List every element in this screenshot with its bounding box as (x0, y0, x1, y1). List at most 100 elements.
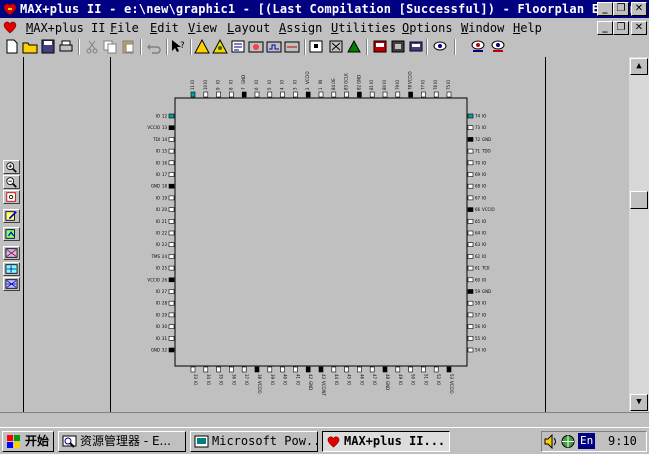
pin[interactable] (216, 91, 221, 98)
pin[interactable] (331, 91, 337, 98)
pin[interactable] (254, 91, 260, 98)
pin[interactable] (467, 137, 474, 142)
pin[interactable] (168, 148, 175, 154)
pin[interactable] (408, 366, 413, 373)
task-maxplus[interactable]: MAX+plus II... (322, 431, 450, 452)
pin[interactable] (203, 91, 209, 98)
pin[interactable] (382, 366, 388, 373)
scroll-thumb[interactable] (630, 191, 648, 209)
pin[interactable] (467, 230, 474, 236)
pin[interactable] (467, 300, 474, 306)
pin[interactable] (168, 254, 175, 259)
pin[interactable] (267, 366, 273, 373)
pin[interactable] (293, 366, 298, 373)
pin[interactable] (395, 91, 401, 98)
pin[interactable] (331, 366, 337, 373)
pin[interactable] (344, 91, 349, 98)
speaker-icon[interactable] (544, 434, 558, 449)
pin[interactable] (467, 277, 474, 283)
pin[interactable] (168, 289, 175, 294)
chip-body[interactable] (174, 97, 468, 367)
pin[interactable] (241, 366, 247, 373)
pin[interactable] (357, 366, 362, 373)
pin[interactable] (433, 91, 439, 98)
pin[interactable] (421, 91, 426, 98)
input-method-indicator[interactable]: En (578, 433, 596, 449)
task-explorer[interactable]: 资源管理器 - E... (58, 431, 186, 452)
pin[interactable] (168, 265, 175, 271)
pin[interactable] (168, 230, 175, 236)
pin[interactable] (203, 366, 209, 373)
pin[interactable] (168, 300, 175, 306)
pin[interactable] (305, 91, 311, 98)
pin[interactable] (254, 366, 260, 373)
pin[interactable] (421, 366, 426, 373)
pin[interactable] (168, 195, 175, 201)
pin[interactable] (408, 91, 413, 98)
pin[interactable] (280, 366, 285, 373)
scroll-down-button[interactable]: ▼ (630, 394, 648, 411)
vertical-scrollbar[interactable]: ▲ ▼ (629, 57, 649, 412)
pin[interactable] (395, 366, 401, 373)
pin[interactable] (168, 137, 175, 142)
pin[interactable] (168, 183, 175, 189)
pin[interactable] (318, 366, 324, 373)
task-powerpoint[interactable]: Microsoft Pow... (190, 431, 318, 452)
pin[interactable] (168, 113, 175, 119)
pin-label: 26 (162, 277, 168, 282)
pin[interactable] (305, 366, 311, 373)
pin[interactable] (467, 219, 474, 224)
pin[interactable] (433, 366, 439, 373)
pin[interactable] (467, 148, 474, 154)
pin[interactable] (467, 312, 474, 318)
pin[interactable] (446, 366, 452, 373)
pin[interactable] (280, 91, 285, 98)
pin[interactable] (168, 324, 175, 329)
pin[interactable] (446, 91, 452, 98)
pin[interactable] (369, 91, 375, 98)
pin[interactable] (344, 366, 349, 373)
scroll-up-button[interactable]: ▲ (630, 58, 648, 75)
pin[interactable] (168, 172, 175, 177)
pin[interactable] (467, 125, 474, 130)
pin-label: TCK (481, 266, 490, 271)
pin[interactable] (467, 324, 474, 329)
pin[interactable] (357, 91, 362, 98)
pin[interactable] (467, 265, 474, 271)
start-button[interactable]: 开始 (2, 431, 54, 452)
pin[interactable] (467, 254, 474, 259)
pin[interactable] (190, 91, 196, 98)
pin[interactable] (467, 113, 474, 119)
pin-label: IO (156, 114, 160, 119)
pin[interactable] (168, 242, 175, 247)
pin[interactable] (467, 172, 474, 177)
pin[interactable] (168, 219, 175, 224)
pin[interactable] (293, 91, 298, 98)
pin[interactable] (190, 366, 196, 373)
pin[interactable] (467, 183, 474, 189)
pin[interactable] (369, 366, 375, 373)
clock[interactable]: 9:10 (608, 432, 637, 451)
pin[interactable] (168, 347, 175, 353)
pin[interactable] (467, 335, 474, 341)
pin[interactable] (168, 207, 175, 212)
pin[interactable] (467, 160, 474, 166)
pin[interactable] (229, 366, 234, 373)
pin[interactable] (382, 91, 388, 98)
pin[interactable] (168, 312, 175, 318)
pin[interactable] (168, 125, 175, 130)
pin[interactable] (216, 366, 221, 373)
pin[interactable] (168, 335, 175, 341)
network-globe-icon[interactable] (560, 434, 576, 449)
pin[interactable] (467, 289, 474, 294)
pin[interactable] (467, 347, 474, 353)
pin[interactable] (168, 277, 175, 283)
pin[interactable] (229, 91, 234, 98)
pin[interactable] (267, 91, 273, 98)
pin[interactable] (168, 160, 175, 166)
pin[interactable] (241, 91, 247, 98)
pin[interactable] (467, 242, 474, 247)
pin[interactable] (467, 207, 474, 212)
pin[interactable] (318, 91, 324, 98)
pin[interactable] (467, 195, 474, 201)
